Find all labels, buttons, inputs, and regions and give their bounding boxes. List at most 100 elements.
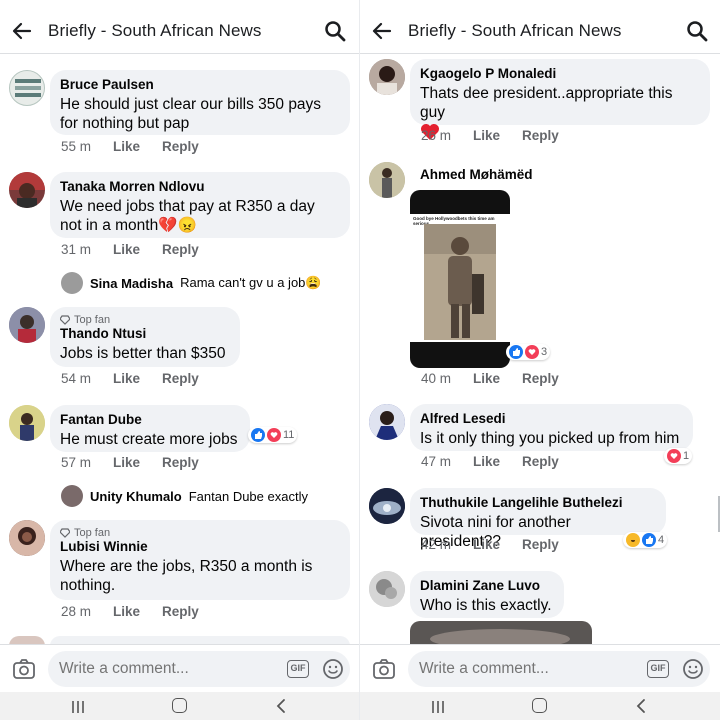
love-reaction-icon [267,428,281,442]
comment-meta: 47 m Like Reply [421,454,581,469]
avatar[interactable] [369,59,405,95]
like-link[interactable]: Like [473,371,500,386]
like-link[interactable]: Like [113,371,140,386]
avatar[interactable] [369,162,405,198]
comment-text: We need jobs that pay at R350 a day not … [60,198,315,234]
search-icon[interactable] [686,20,708,42]
reply-link[interactable]: Reply [522,454,559,469]
photo-image [424,224,496,340]
comment-author[interactable]: Ahmed Møhämëd [420,167,533,183]
like-link[interactable]: Like [113,455,140,470]
comment-time: 26 m [421,128,452,143]
comment-bubble[interactable]: Bruce Paulsen He should just clear our b… [50,70,350,135]
recent-apps-icon[interactable] [430,700,446,714]
reply-preview[interactable]: Unity Khumalo Fantan Dube exactly [61,485,308,507]
reaction-total: 11 [283,429,295,441]
avatar[interactable] [9,405,45,441]
reply-link[interactable]: Reply [162,455,199,470]
nav-back-icon[interactable] [634,698,648,714]
like-link[interactable]: Like [473,537,500,552]
gif-icon[interactable]: GIF [287,660,309,678]
system-nav-bar [0,692,360,720]
avatar[interactable] [369,404,405,440]
comment-bubble[interactable]: Alfred Lesedi Is it only thing you picke… [410,404,693,451]
camera-icon[interactable] [372,658,396,680]
reply-preview[interactable]: Sina Madisha Rama can't gv u a job😩 [61,272,322,294]
back-arrow-icon[interactable] [372,21,392,41]
reaction-count[interactable]: 1 [664,448,693,464]
comment-author[interactable]: Thando Ntusi [60,326,230,342]
avatar[interactable] [9,520,45,556]
like-link[interactable]: Like [113,139,140,154]
like-link[interactable]: Like [473,128,500,143]
top-fan-badge: Top fan [60,314,230,326]
emoji-icon[interactable] [322,658,344,680]
comment-meta: 31 m Like Reply [61,242,221,257]
recent-apps-icon[interactable] [70,700,86,714]
reaction-count[interactable]: 11 [248,427,298,443]
comment-author[interactable]: Fantan Dube [60,412,240,428]
reply-link[interactable]: Reply [162,604,199,619]
comment-composer: GIF [0,644,360,692]
avatar[interactable] [369,571,405,607]
home-icon[interactable] [532,698,547,713]
like-link[interactable]: Like [113,242,140,257]
reply-text: Rama can't gv u a job😩 [180,275,322,290]
comment-author[interactable]: Bruce Paulsen [60,77,340,93]
comment-time: 42 m [421,537,452,552]
comment-time: 47 m [421,454,452,469]
comment-text: He should just clear our bills 350 pays … [60,96,322,132]
comment-bubble[interactable]: Top fan Lubisi Winnie Where are the jobs… [50,520,350,600]
reply-link[interactable]: Reply [522,371,559,386]
comment-bubble[interactable]: Dlamini Zane Luvo Who is this exactly. [410,571,564,618]
emoji-icon[interactable] [682,658,704,680]
comment-meta: 57 m Like Reply [61,455,221,470]
comment-time: 57 m [61,455,92,470]
system-nav-bar [360,692,720,720]
nav-back-icon[interactable] [274,698,288,714]
avatar[interactable] [61,485,83,507]
screenshot-collage: Briefly - South African News Bruce Pauls… [0,0,720,720]
comment-bubble[interactable]: Thuthukile Langelihle Buthelezi Sivota n… [410,488,666,550]
back-arrow-icon[interactable] [12,21,32,41]
home-icon[interactable] [172,698,187,713]
avatar[interactable] [61,272,83,294]
top-fan-badge: Top fan [60,527,340,539]
camera-icon[interactable] [12,658,36,680]
comment-text: Jobs is better than $350 [60,345,226,362]
haha-reaction-icon [626,533,640,547]
comment-bubble[interactable]: Kgaogelo P Monaledi Thats dee president.… [410,59,710,140]
photo-attachment-peek[interactable] [410,621,592,645]
comment-bubble[interactable]: Tanaka Morren Ndlovu We need jobs that p… [50,172,350,238]
gif-icon[interactable]: GIF [647,660,669,678]
comment-author[interactable]: Kgaogelo P Monaledi [420,66,700,82]
comment-meta: 42 m Like Reply [421,537,581,552]
comment-text: He must create more jobs [60,431,238,448]
photo-attachment[interactable]: Good bye Hollywoodbets this time am seri… [410,190,510,368]
comment-author[interactable]: Lubisi Winnie [60,539,340,555]
like-link[interactable]: Like [113,604,140,619]
avatar[interactable] [369,488,405,524]
comment-author[interactable]: Thuthukile Langelihle Buthelezi [420,495,656,511]
reply-link[interactable]: Reply [522,128,559,143]
comment-bubble[interactable]: Fantan Dube He must create more jobs [50,405,250,452]
like-link[interactable]: Like [473,454,500,469]
reaction-count[interactable]: 3 [506,344,551,360]
avatar[interactable] [9,172,45,208]
comment-time: 31 m [61,242,92,257]
comment-author[interactable]: Alfred Lesedi [420,411,683,427]
diamond-icon [60,528,70,538]
reply-author[interactable]: Unity Khumalo [90,489,182,504]
avatar[interactable] [9,307,45,343]
avatar[interactable] [9,70,45,106]
search-icon[interactable] [324,20,346,42]
reply-link[interactable]: Reply [162,242,199,257]
comment-author[interactable]: Tanaka Morren Ndlovu [60,179,340,195]
reply-link[interactable]: Reply [162,139,199,154]
comment-bubble[interactable]: Top fan Thando Ntusi Jobs is better than… [50,307,240,367]
comment-author[interactable]: Dlamini Zane Luvo [420,578,554,594]
reply-link[interactable]: Reply [162,371,199,386]
reply-link[interactable]: Reply [522,537,559,552]
reaction-count[interactable]: 4 [623,532,668,548]
reply-author[interactable]: Sina Madisha [90,276,173,291]
